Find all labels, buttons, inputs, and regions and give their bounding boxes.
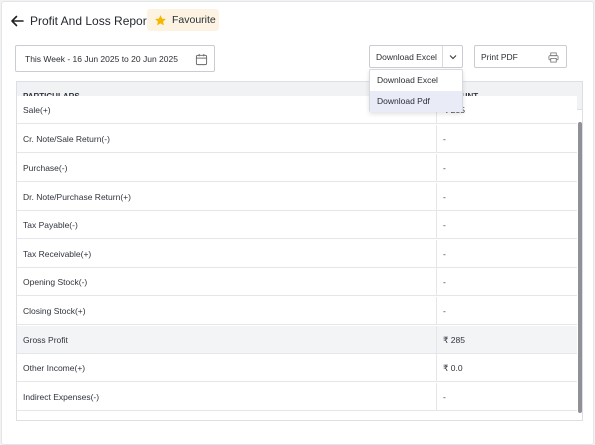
row-particular: Sale(+): [23, 105, 51, 115]
calendar-icon: [195, 53, 208, 66]
menu-item-download-pdf[interactable]: Download Pdf: [370, 91, 462, 112]
row-amount: -: [443, 134, 446, 144]
column-divider: [436, 211, 437, 239]
download-select[interactable]: Download Excel: [369, 45, 463, 68]
date-range-label: This Week - 16 Jun 2025 to 20 Jun 2025: [25, 53, 178, 64]
row-particular: Opening Stock(-): [23, 277, 88, 287]
download-select-value: Download Excel: [376, 51, 437, 62]
row-amount: -: [443, 277, 446, 287]
column-divider: [436, 297, 437, 325]
row-amount: -: [443, 392, 446, 402]
report-panel: Profit And Loss Report Favourite This We…: [1, 1, 594, 445]
table-row: Tax Payable(-) -: [17, 211, 577, 239]
row-amount: ₹ 285: [443, 335, 465, 345]
row-particular: Cr. Note/Sale Return(-): [23, 134, 110, 144]
row-particular: Tax Payable(-): [23, 220, 78, 230]
table-row: Sale(+) ₹ 285: [17, 96, 577, 124]
favourite-button[interactable]: Favourite: [147, 9, 219, 31]
table-row: Closing Stock(+) -: [17, 297, 577, 325]
column-divider: [436, 240, 437, 268]
table-row: Purchase(-) -: [17, 154, 577, 182]
favourite-label: Favourite: [172, 14, 216, 26]
column-divider: [436, 383, 437, 411]
scrollbar-thumb[interactable]: [578, 122, 582, 413]
row-particular: Purchase(-): [23, 163, 68, 173]
star-icon: [155, 14, 166, 25]
row-amount: -: [443, 249, 446, 259]
report-table: PARTICULARS AMOUNT Sale(+) ₹ 285 Cr. Not…: [16, 81, 583, 421]
table-row: Opening Stock(-) -: [17, 268, 577, 296]
column-divider: [436, 354, 437, 382]
row-amount: -: [443, 163, 446, 173]
row-particular: Dr. Note/Purchase Return(+): [23, 192, 131, 202]
column-divider: [436, 326, 437, 354]
printer-icon: [548, 52, 559, 63]
row-amount: -: [443, 220, 446, 230]
table-row: Dr. Note/Purchase Return(+) -: [17, 183, 577, 211]
row-particular: Indirect Expenses(-): [23, 392, 100, 402]
column-divider: [436, 125, 437, 153]
download-dropdown-menu: Download Excel Download Pdf: [369, 69, 463, 112]
chevron-down-icon[interactable]: [449, 53, 457, 61]
page-title: Profit And Loss Report: [30, 14, 151, 28]
row-amount: ₹ 0.0: [443, 363, 463, 373]
table-row: Other Income(+) ₹ 0.0: [17, 354, 577, 382]
menu-item-download-excel[interactable]: Download Excel: [370, 70, 462, 91]
date-range-picker[interactable]: This Week - 16 Jun 2025 to 20 Jun 2025: [15, 45, 215, 72]
back-arrow-icon[interactable]: [9, 13, 25, 29]
print-pdf-label: Print PDF: [481, 51, 518, 62]
column-divider: [436, 154, 437, 182]
row-amount: -: [443, 192, 446, 202]
table-row-gross-profit: Gross Profit ₹ 285: [17, 326, 577, 354]
row-particular: Tax Receivable(+): [23, 249, 92, 259]
table-row: Cr. Note/Sale Return(-) -: [17, 125, 577, 153]
row-particular: Gross Profit: [23, 335, 68, 345]
column-divider: [436, 268, 437, 296]
table-row: Indirect Expenses(-) -: [17, 383, 577, 411]
row-amount: -: [443, 306, 446, 316]
table-row: Tax Receivable(+) -: [17, 240, 577, 268]
select-divider: [442, 46, 443, 67]
column-divider: [436, 183, 437, 211]
row-particular: Other Income(+): [23, 363, 86, 373]
print-pdf-button[interactable]: Print PDF: [474, 45, 567, 68]
row-particular: Closing Stock(+): [23, 306, 86, 316]
